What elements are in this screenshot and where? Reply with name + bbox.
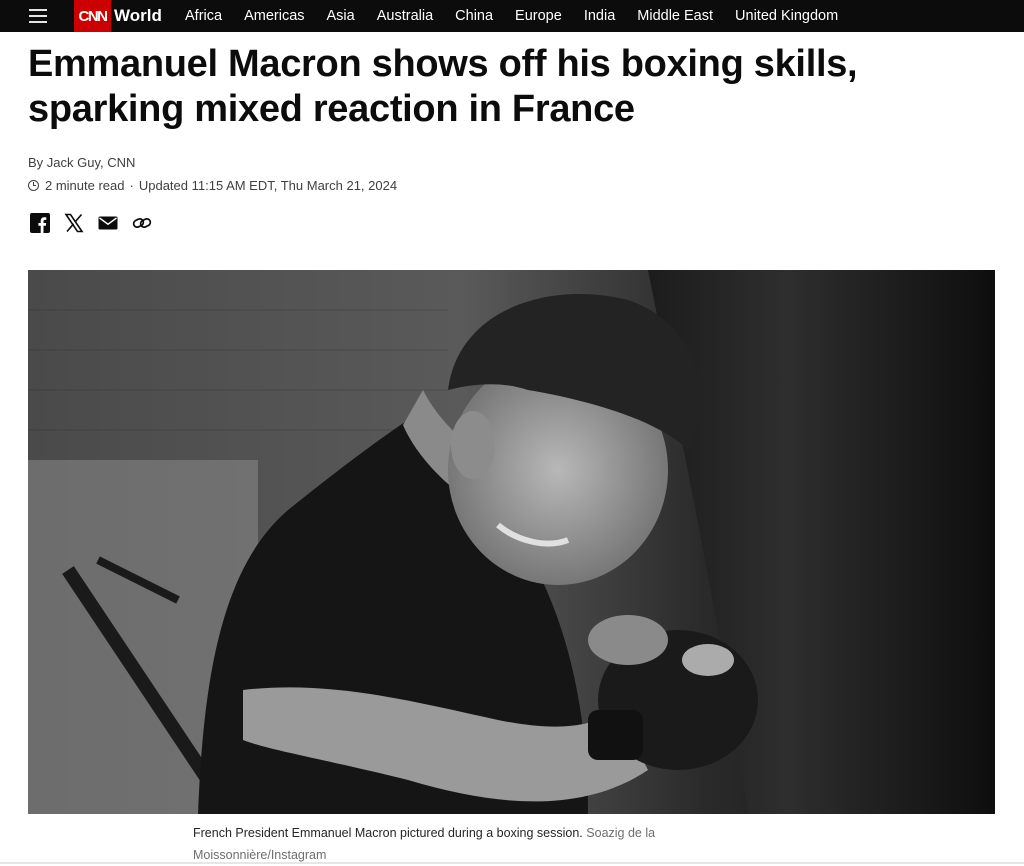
nav-link-africa[interactable]: Africa [185, 8, 222, 24]
email-icon[interactable] [97, 212, 119, 234]
nav-link-middle-east[interactable]: Middle East [637, 8, 713, 24]
article-headline: Emmanuel Macron shows off his boxing ski… [28, 43, 858, 130]
hamburger-menu-icon[interactable] [29, 7, 49, 25]
region-nav: Africa Americas Asia Australia China Eur… [185, 0, 860, 32]
read-time: 2 minute read [45, 178, 125, 193]
article-meta: 2 minute read · Updated 11:15 AM EDT, Th… [28, 178, 397, 193]
x-icon[interactable] [63, 212, 85, 234]
hero-photo-illustration [28, 270, 995, 814]
nav-link-india[interactable]: India [584, 8, 615, 24]
section-title[interactable]: World [114, 6, 162, 26]
byline: By Jack Guy, CNN [28, 155, 136, 170]
caption-text: French President Emmanuel Macron picture… [193, 826, 583, 840]
nav-link-china[interactable]: China [455, 8, 493, 24]
clock-icon [28, 180, 39, 191]
cnn-logo[interactable]: CNN [74, 0, 111, 32]
nav-link-asia[interactable]: Asia [327, 8, 355, 24]
share-bar [29, 212, 165, 234]
nav-link-australia[interactable]: Australia [377, 8, 433, 24]
meta-separator: · [129, 178, 134, 193]
nav-link-americas[interactable]: Americas [244, 8, 304, 24]
facebook-icon[interactable] [29, 212, 51, 234]
top-navigation: CNN World Africa Americas Asia Australia… [0, 0, 1024, 32]
link-icon[interactable] [131, 212, 153, 234]
nav-link-united-kingdom[interactable]: United Kingdom [735, 8, 838, 24]
updated-timestamp: Updated 11:15 AM EDT, Thu March 21, 2024 [138, 178, 398, 193]
image-caption: French President Emmanuel Macron picture… [193, 822, 753, 866]
nav-link-europe[interactable]: Europe [515, 8, 562, 24]
hero-image [28, 270, 995, 814]
